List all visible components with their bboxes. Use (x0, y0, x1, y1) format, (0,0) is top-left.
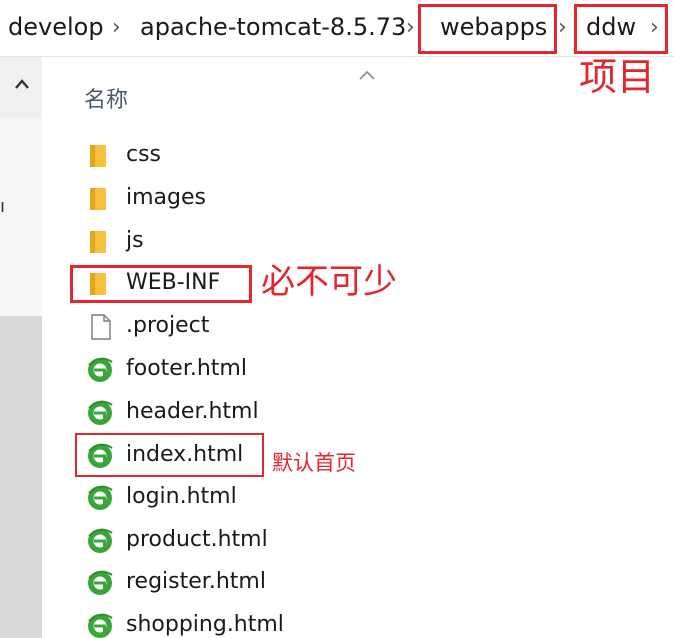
chevron-right-icon[interactable]: › (112, 14, 121, 42)
highlight-box-web-inf (70, 265, 252, 303)
ie-html-icon (86, 484, 114, 512)
file-name[interactable]: footer.html (126, 354, 247, 384)
file-row[interactable]: header.html (84, 393, 504, 433)
file-name[interactable]: register.html (126, 567, 266, 597)
breadcrumb-item-develop[interactable]: develop (8, 12, 104, 42)
folder-icon (86, 142, 114, 170)
highlight-box-webapps (418, 4, 557, 54)
file-row[interactable]: login.html (84, 478, 504, 518)
file-row[interactable]: register.html (84, 563, 504, 603)
file-row[interactable]: css (84, 136, 504, 176)
file-name[interactable]: product.html (126, 525, 268, 555)
file-row[interactable]: images (84, 179, 504, 219)
file-row[interactable]: js (84, 222, 504, 262)
file-name[interactable]: header.html (126, 397, 259, 427)
annotation-project: 项目 (579, 55, 656, 99)
file-name[interactable]: .project (126, 311, 209, 341)
sort-ascending-icon[interactable] (359, 70, 375, 80)
file-name[interactable]: images (126, 183, 206, 213)
file-name[interactable]: login.html (126, 482, 237, 512)
scrollbar-thumb[interactable] (0, 316, 42, 638)
folder-icon (86, 185, 114, 213)
highlight-box-index (75, 433, 264, 477)
file-name[interactable]: js (126, 226, 144, 256)
column-header-name[interactable]: 名称 (84, 82, 128, 114)
file-row[interactable]: product.html (84, 521, 504, 561)
nav-pane-partial-glyph: ı (0, 196, 6, 217)
scroll-up-arrow-icon[interactable] (14, 78, 30, 90)
file-name[interactable]: css (126, 140, 161, 170)
chevron-right-icon[interactable]: › (558, 14, 567, 42)
file-row[interactable]: .project (84, 307, 504, 347)
ie-html-icon (86, 569, 114, 597)
scrollbar-region[interactable] (0, 118, 42, 316)
file-name[interactable]: shopping.html (126, 610, 284, 638)
file-row[interactable]: shopping.html (84, 606, 504, 638)
file-explorer-window: develop › apache-tomcat-8.5.73 › webapps… (0, 0, 674, 638)
ie-html-icon (86, 399, 114, 427)
annotation-required: 必不可少 (261, 262, 397, 302)
file-icon (86, 313, 114, 341)
breadcrumb-item-tomcat[interactable]: apache-tomcat-8.5.73 (140, 12, 406, 42)
chevron-right-icon[interactable]: › (406, 14, 415, 42)
folder-icon (86, 228, 114, 256)
file-row[interactable]: footer.html (84, 350, 504, 390)
annotation-default-home: 默认首页 (272, 451, 356, 475)
ie-html-icon (86, 527, 114, 555)
highlight-box-ddw (574, 4, 668, 54)
ie-html-icon (86, 612, 114, 638)
ie-html-icon (86, 356, 114, 384)
breadcrumb[interactable]: develop › apache-tomcat-8.5.73 › webapps… (0, 0, 674, 57)
